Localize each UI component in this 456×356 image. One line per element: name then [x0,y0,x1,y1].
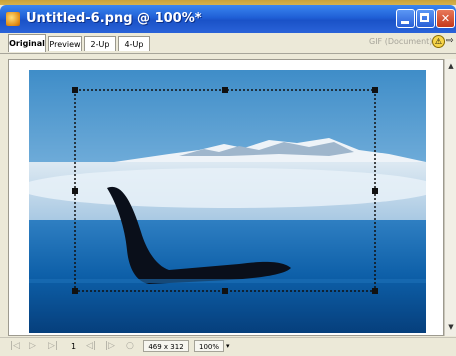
image-dimensions: 469 x 312 [143,340,189,352]
first-frame-icon[interactable]: |◁ [10,341,20,351]
window-title: Untitled-6.png @ 100%* [26,11,202,26]
view-tab-bar: Original Preview 2-Up 4-Up GIF (Document… [0,33,456,54]
minimize-button[interactable] [396,9,415,28]
document-window: Untitled-6.png @ 100%* ✕ Original Previe… [0,5,456,355]
orca-photo [29,70,426,333]
scroll-down-icon[interactable]: ▼ [446,322,456,332]
maximize-button[interactable] [416,9,435,28]
warning-icon[interactable]: ⚠ [432,35,445,48]
maximize-icon [420,13,429,22]
vertical-scrollbar[interactable]: ▲ ▼ [444,59,456,336]
frame-number: 1 [71,342,77,351]
zoom-field[interactable]: 100% [194,340,224,352]
play-icon[interactable]: ▷ [29,341,36,351]
zoom-dropdown-icon[interactable]: ▾ [226,342,230,350]
export-arrow-icon[interactable]: ⇨ [446,36,454,46]
close-icon: ✕ [440,12,451,25]
orca-image [29,70,426,333]
close-button[interactable]: ✕ [436,9,455,28]
status-bar: |◁ ▷ ▷| 1 ◁| |▷ ○ 469 x 312 100% ▾ [0,337,456,356]
tab-original[interactable]: Original [8,34,46,52]
tab-preview[interactable]: Preview [48,36,82,51]
tab-4-up[interactable]: 4-Up [118,36,150,51]
scroll-up-icon[interactable]: ▲ [446,61,456,71]
last-frame-icon[interactable]: ▷| [48,341,58,351]
loop-icon[interactable]: ○ [126,341,134,351]
prev-frame-icon[interactable]: ◁| [86,341,96,351]
image-canvas[interactable] [8,59,444,336]
tab-2-up[interactable]: 2-Up [84,36,116,51]
app-icon[interactable] [6,12,20,26]
format-label: GIF (Document) [369,37,433,46]
title-bar[interactable]: Untitled-6.png @ 100%* ✕ [0,5,456,33]
minimize-icon [401,21,409,24]
next-frame-icon[interactable]: |▷ [105,341,115,351]
